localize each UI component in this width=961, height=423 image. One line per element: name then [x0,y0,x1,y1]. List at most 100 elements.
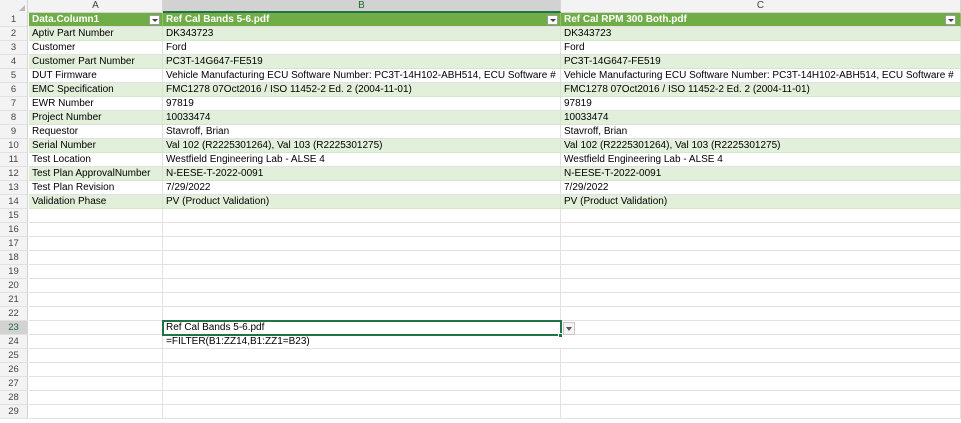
empty-cell[interactable] [561,349,961,363]
table-cell-a[interactable]: EWR Number [29,97,163,111]
select-all-corner[interactable] [0,0,28,13]
table-cell-b[interactable]: Vehicle Manufacturing ECU Software Numbe… [163,69,561,83]
empty-cell[interactable] [29,251,163,265]
table-cell-b[interactable]: PC3T-14G647-FE519 [163,55,561,69]
empty-cell[interactable] [29,321,163,335]
empty-cell[interactable] [163,349,561,363]
table-cell-c[interactable]: PV (Product Validation) [561,195,961,209]
row-header[interactable]: 1 [0,13,28,27]
table-header-cell-b[interactable]: Ref Cal Bands 5-6.pdf [163,13,561,27]
empty-cell[interactable] [561,251,961,265]
row-header[interactable]: 3 [0,41,28,55]
table-cell-c[interactable]: DK343723 [561,27,961,41]
empty-cell[interactable] [29,349,163,363]
empty-cell[interactable] [29,307,163,321]
row-header[interactable]: 18 [0,251,28,265]
row-header[interactable]: 6 [0,83,28,97]
empty-cell[interactable] [561,321,961,335]
table-cell-a[interactable]: Customer [29,41,163,55]
row-header[interactable]: 24 [0,335,28,349]
table-cell-c[interactable]: 97819 [561,97,961,111]
table-cell-c[interactable]: 10033474 [561,111,961,125]
empty-cell[interactable] [163,223,561,237]
table-cell-b[interactable]: 7/29/2022 [163,181,561,195]
empty-cell[interactable] [561,209,961,223]
empty-cell[interactable] [561,377,961,391]
table-cell-b[interactable]: PV (Product Validation) [163,195,561,209]
row-header[interactable]: 5 [0,69,28,83]
empty-cell[interactable] [561,335,961,349]
row-header[interactable]: 25 [0,349,28,363]
empty-cell[interactable] [561,223,961,237]
empty-cell[interactable] [163,377,561,391]
table-cell-a[interactable]: Serial Number [29,139,163,153]
row-header[interactable]: 9 [0,125,28,139]
empty-cell[interactable] [561,391,961,405]
table-header-cell-a[interactable]: Data.Column1 [29,13,163,27]
empty-cell[interactable] [561,237,961,251]
empty-cell[interactable] [29,209,163,223]
table-cell-b[interactable]: DK343723 [163,27,561,41]
column-header-a[interactable]: A [29,0,163,13]
row-header[interactable]: 13 [0,181,28,195]
table-cell-c[interactable]: FMC1278 07Oct2016 / ISO 11452-2 Ed. 2 (2… [561,83,961,97]
row-header[interactable]: 20 [0,279,28,293]
empty-cell[interactable] [561,307,961,321]
empty-cell[interactable] [29,405,163,419]
row-header[interactable]: 15 [0,209,28,223]
table-cell-c[interactable]: Westfield Engineering Lab - ALSE 4 [561,153,961,167]
empty-cell[interactable] [163,405,561,419]
row-header[interactable]: 14 [0,195,28,209]
empty-cell[interactable] [163,265,561,279]
row-header[interactable]: 21 [0,293,28,307]
table-cell-a[interactable]: DUT Firmware [29,69,163,83]
row-header[interactable]: 8 [0,111,28,125]
table-cell-a[interactable]: Aptiv Part Number [29,27,163,41]
table-cell-b[interactable]: Ford [163,41,561,55]
empty-cell[interactable] [561,265,961,279]
table-header-cell-c[interactable]: Ref Cal RPM 300 Both.pdf [561,13,961,27]
row-header[interactable]: 16 [0,223,28,237]
row-header[interactable]: 10 [0,139,28,153]
table-cell-b[interactable]: Stavroff, Brian [163,125,561,139]
table-cell-a[interactable]: Customer Part Number [29,55,163,69]
empty-cell[interactable] [29,237,163,251]
active-cell-b23[interactable]: Ref Cal Bands 5-6.pdf [162,320,562,336]
row-header[interactable]: 26 [0,363,28,377]
filter-dropdown-icon[interactable] [149,15,160,25]
empty-cell[interactable] [29,293,163,307]
empty-cell[interactable] [163,279,561,293]
table-cell-b[interactable]: FMC1278 07Oct2016 / ISO 11452-2 Ed. 2 (2… [163,83,561,97]
row-header[interactable]: 19 [0,265,28,279]
empty-cell[interactable] [561,405,961,419]
table-cell-b[interactable]: Westfield Engineering Lab - ALSE 4 [163,153,561,167]
table-cell-a[interactable]: Requestor [29,125,163,139]
table-cell-a[interactable]: Test Plan ApprovalNumber [29,167,163,181]
empty-cell[interactable] [29,265,163,279]
empty-cell[interactable] [163,293,561,307]
row-header[interactable]: 23 [0,321,28,335]
row-header[interactable]: 17 [0,237,28,251]
empty-cell[interactable] [561,279,961,293]
row-header[interactable]: 12 [0,167,28,181]
row-header[interactable]: 4 [0,55,28,69]
empty-cell[interactable] [29,279,163,293]
row-header[interactable]: 22 [0,307,28,321]
empty-cell[interactable] [29,391,163,405]
empty-cell[interactable] [163,237,561,251]
table-cell-c[interactable]: Stavroff, Brian [561,125,961,139]
table-cell-b[interactable]: 97819 [163,97,561,111]
table-cell-a[interactable]: EMC Specification [29,83,163,97]
empty-cell[interactable] [29,335,163,349]
table-cell-c[interactable]: N-EESE-T-2022-0091 [561,167,961,181]
formula-cell-b24[interactable]: =FILTER(B1:ZZ14,B1:ZZ1=B23) [163,335,561,349]
row-header[interactable]: 2 [0,27,28,41]
column-header-b[interactable]: B [163,0,561,13]
table-cell-b[interactable]: Val 102 (R2225301264), Val 103 (R2225301… [163,139,561,153]
empty-cell[interactable] [29,223,163,237]
data-validation-dropdown-icon[interactable] [563,322,575,335]
empty-cell[interactable] [163,307,561,321]
row-header[interactable]: 11 [0,153,28,167]
table-cell-c[interactable]: Vehicle Manufacturing ECU Software Numbe… [561,69,961,83]
table-cell-c[interactable]: Val 102 (R2225301264), Val 103 (R2225301… [561,139,961,153]
